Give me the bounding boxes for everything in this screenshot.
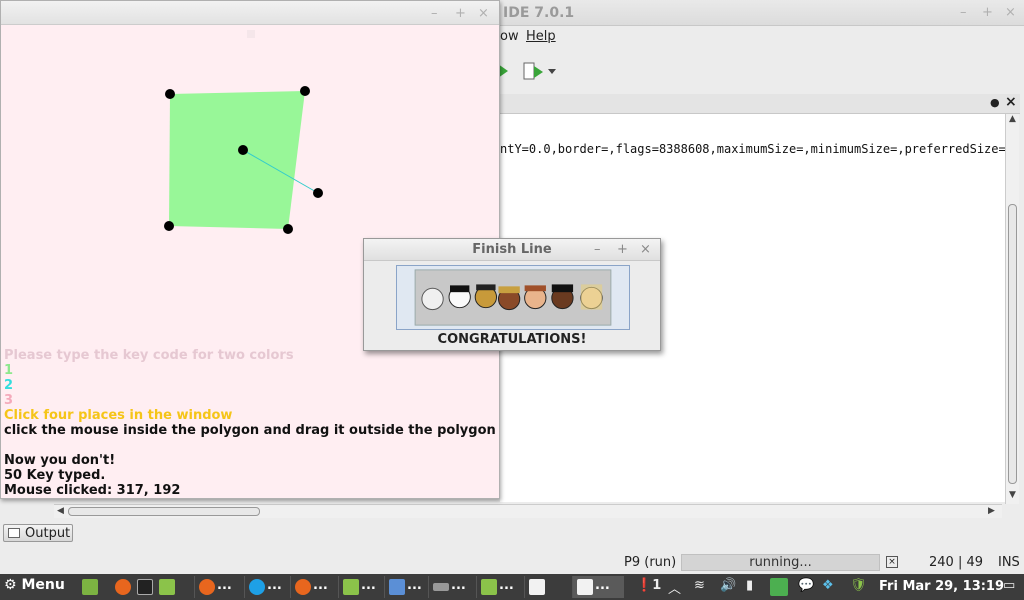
maximize-icon[interactable]: +: [982, 5, 993, 20]
task-keyboard[interactable]: ...: [428, 576, 476, 598]
task-firefox[interactable]: ...: [194, 576, 244, 598]
volume-icon[interactable]: 🔊: [720, 578, 736, 593]
virtualbox-icon: [389, 579, 405, 595]
menu-window[interactable]: ow: [500, 29, 519, 44]
files-icon[interactable]: [159, 579, 175, 595]
shield-icon[interactable]: 🛡: [850, 578, 867, 593]
dot-icon[interactable]: ●: [990, 96, 1000, 109]
start-menu-button[interactable]: ⚙ Menu: [4, 577, 65, 593]
task-virtualbox[interactable]: ...: [384, 576, 428, 598]
cursor-position: 240 | 49: [929, 555, 983, 570]
horizontal-scrollbar[interactable]: ◀ ▶: [54, 504, 1002, 518]
dropbox-icon[interactable]: ❖: [822, 578, 834, 593]
maximize-icon[interactable]: +: [455, 6, 466, 21]
folder-icon: [343, 579, 359, 595]
user-menu-icon[interactable]: ▭: [1003, 578, 1015, 593]
message-line: 3: [4, 393, 14, 408]
dialog-titlebar[interactable]: Finish Line – + ×: [364, 239, 660, 261]
message-line: Mouse clicked: 317, 192: [4, 483, 181, 498]
output-tab-label: Output: [25, 526, 71, 541]
output-window-icon: [8, 528, 20, 538]
java-icon: [529, 579, 545, 595]
message-line: 50 Key typed.: [4, 468, 106, 483]
close-icon[interactable]: ×: [1005, 5, 1016, 20]
minimize-icon[interactable]: –: [594, 242, 601, 257]
scroll-up-icon[interactable]: ▲: [1009, 114, 1016, 124]
show-desktop-icon[interactable]: [82, 579, 98, 595]
java-icon: [577, 579, 593, 595]
keyboard-icon: [433, 583, 449, 591]
editor-header: ● ×: [500, 94, 1020, 114]
task-folder-2[interactable]: ...: [476, 576, 524, 598]
terminal-icon[interactable]: [137, 579, 153, 595]
scroll-right-icon[interactable]: ▶: [988, 506, 995, 516]
horizontal-scroll-thumb[interactable]: [68, 507, 260, 516]
vertex-point[interactable]: [283, 224, 293, 234]
task-folder[interactable]: ...: [338, 576, 384, 598]
update-check-icon[interactable]: [770, 578, 788, 596]
firefox-icon: [199, 579, 215, 595]
applet-titlebar[interactable]: – + ×: [1, 1, 499, 25]
minimize-icon[interactable]: –: [431, 6, 438, 21]
message-line: Now you don't!: [4, 453, 116, 468]
polygon[interactable]: [169, 91, 305, 229]
minimize-icon[interactable]: –: [960, 5, 967, 20]
gear-icon: ⚙: [4, 577, 17, 593]
battery-icon[interactable]: ▮: [746, 578, 753, 593]
vertex-point[interactable]: [164, 221, 174, 231]
message-line: 1: [4, 363, 14, 378]
firefox-icon[interactable]: [115, 579, 131, 595]
applet-messages: Please type the key code for two colors …: [4, 348, 496, 498]
drag-start-point[interactable]: [238, 145, 248, 155]
characters-image: [396, 265, 630, 330]
drag-end-point[interactable]: [313, 188, 323, 198]
message-line: click the mouse inside the polygon and d…: [4, 423, 496, 438]
vertical-scroll-thumb[interactable]: [1008, 204, 1017, 484]
message-line: [4, 438, 496, 453]
finish-line-dialog[interactable]: Finish Line – + × CONGRATULATIONS!: [363, 238, 661, 351]
vertex-point[interactable]: [300, 86, 310, 96]
progress-bar[interactable]: running...: [681, 554, 880, 571]
chevron-down-icon[interactable]: [546, 60, 558, 82]
scroll-left-icon[interactable]: ◀: [57, 506, 64, 516]
insert-mode: INS: [998, 555, 1020, 570]
chat-icon[interactable]: 💬: [798, 578, 814, 593]
notification-icon[interactable]: ❗1: [636, 578, 661, 593]
close-icon[interactable]: ×: [640, 242, 651, 257]
dialog-title: Finish Line: [472, 242, 552, 257]
status-bar: P9 (run) running... × 240 | 49 INS: [0, 552, 1024, 574]
skype-icon: [249, 579, 265, 595]
status-project[interactable]: P9 (run): [624, 555, 676, 570]
task-skype[interactable]: ...: [244, 576, 290, 598]
menu-help[interactable]: Help: [526, 29, 556, 44]
small-marker: [247, 30, 255, 38]
maximize-icon[interactable]: +: [617, 242, 628, 257]
firefox-icon: [295, 579, 311, 595]
message-line: Click four places in the window: [4, 408, 233, 423]
clock[interactable]: Fri Mar 29, 13:19: [879, 579, 1004, 594]
debug-run-icon[interactable]: [522, 60, 544, 82]
chevron-up-icon[interactable]: ︿: [668, 578, 681, 597]
task-firefox-2[interactable]: ...: [290, 576, 338, 598]
cancel-process-icon[interactable]: ×: [886, 556, 898, 568]
ide-title: IDE 7.0.1: [503, 5, 575, 21]
vertex-point[interactable]: [165, 89, 175, 99]
alert-icon: ❗: [636, 578, 653, 593]
folder-icon: [481, 579, 497, 595]
close-editor-icon[interactable]: ×: [1005, 94, 1017, 110]
congratulations-message: CONGRATULATIONS!: [437, 332, 587, 347]
message-line: 2: [4, 378, 14, 393]
close-icon[interactable]: ×: [478, 6, 489, 21]
task-java-app[interactable]: [524, 576, 572, 598]
task-java-app-active[interactable]: ...: [572, 576, 624, 598]
tab-output[interactable]: Output: [3, 524, 73, 542]
scroll-down-icon[interactable]: ▼: [1009, 490, 1016, 500]
menu-label: Menu: [21, 577, 65, 593]
vertical-scrollbar[interactable]: ▲ ▼: [1005, 114, 1019, 504]
wifi-icon[interactable]: ≋: [694, 578, 705, 593]
taskbar: ⚙ Menu ... ... ... ... ... ... ... ... ❗…: [0, 574, 1024, 600]
code-line: ntY=0.0,border=,flags=8388608,maximumSiz…: [500, 142, 1005, 156]
